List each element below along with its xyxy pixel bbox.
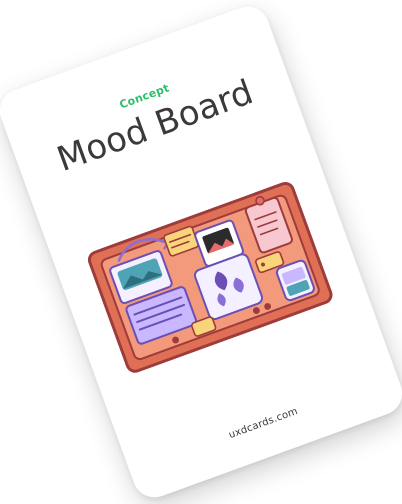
concept-card[interactable]: Concept Mood Board uxdcards.com xyxy=(0,0,402,504)
mood-board-illustration xyxy=(72,161,348,392)
stage: Concept Mood Board uxdcards.com xyxy=(0,0,402,504)
footer-url: uxdcards.com xyxy=(227,405,300,442)
mood-board-icon xyxy=(87,181,333,373)
